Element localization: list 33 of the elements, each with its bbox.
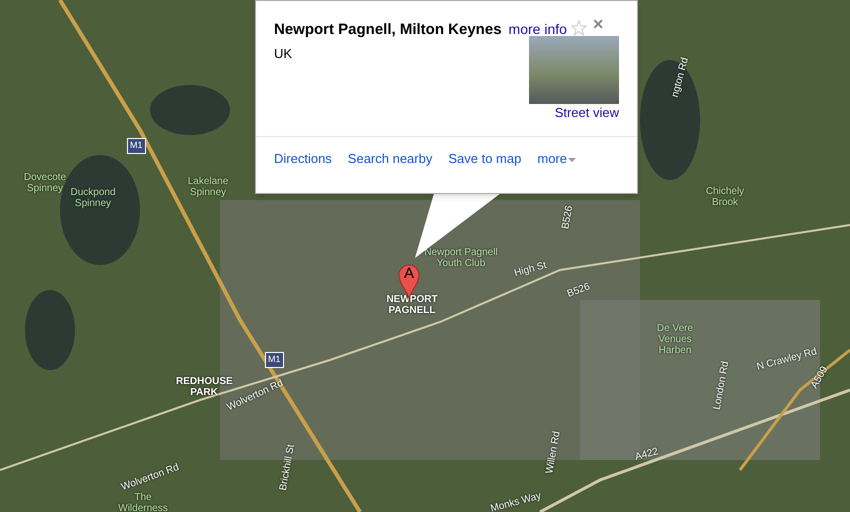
satellite-map[interactable] xyxy=(0,0,850,512)
road-label: Willen Rd xyxy=(543,430,564,475)
road-label: London Rd xyxy=(710,360,732,411)
place-title: Newport Pagnell, Milton Keynes xyxy=(274,20,502,40)
road-label: ngton Rd xyxy=(668,56,692,100)
star-icon[interactable] xyxy=(570,20,587,36)
place-label: De Vere Venues Harben xyxy=(656,323,694,356)
address-text: UK xyxy=(274,44,292,62)
caret-icon xyxy=(568,158,576,164)
more-info-link[interactable]: more info xyxy=(508,19,567,40)
place-label: Newport Pagnell Youth Club xyxy=(423,247,499,269)
road-label: B526 xyxy=(565,280,592,302)
road-label: Brickhill St xyxy=(276,443,298,492)
action-link[interactable]: Directions xyxy=(274,149,332,168)
place-label: Dovecote Spinney xyxy=(22,172,68,194)
place-label: Duckpond Spinney xyxy=(69,187,117,209)
road-label: Monks Way xyxy=(488,489,543,512)
place-label: The Wilderness xyxy=(118,492,168,512)
more-dropdown[interactable]: more xyxy=(537,149,576,168)
street-view-link[interactable]: Street view xyxy=(554,102,619,122)
road-shield: M1 xyxy=(265,352,284,368)
road-label: High St xyxy=(512,258,548,281)
road-label: B526 xyxy=(559,204,576,230)
action-link[interactable]: Search nearby xyxy=(348,149,432,168)
action-link[interactable]: Save to map xyxy=(448,149,522,168)
road-shield: M1 xyxy=(127,138,146,154)
road-label: N Crawley Rd xyxy=(755,345,818,373)
place-label: Chichely Brook xyxy=(704,186,746,208)
road-label: A422 xyxy=(633,445,660,465)
street-view-photo-placeholder[interactable] xyxy=(529,36,619,104)
close-button[interactable]: × xyxy=(592,15,604,33)
town-label: REDHOUSE PARK xyxy=(176,376,232,398)
place-label: Lakelane Spinney xyxy=(186,176,230,198)
